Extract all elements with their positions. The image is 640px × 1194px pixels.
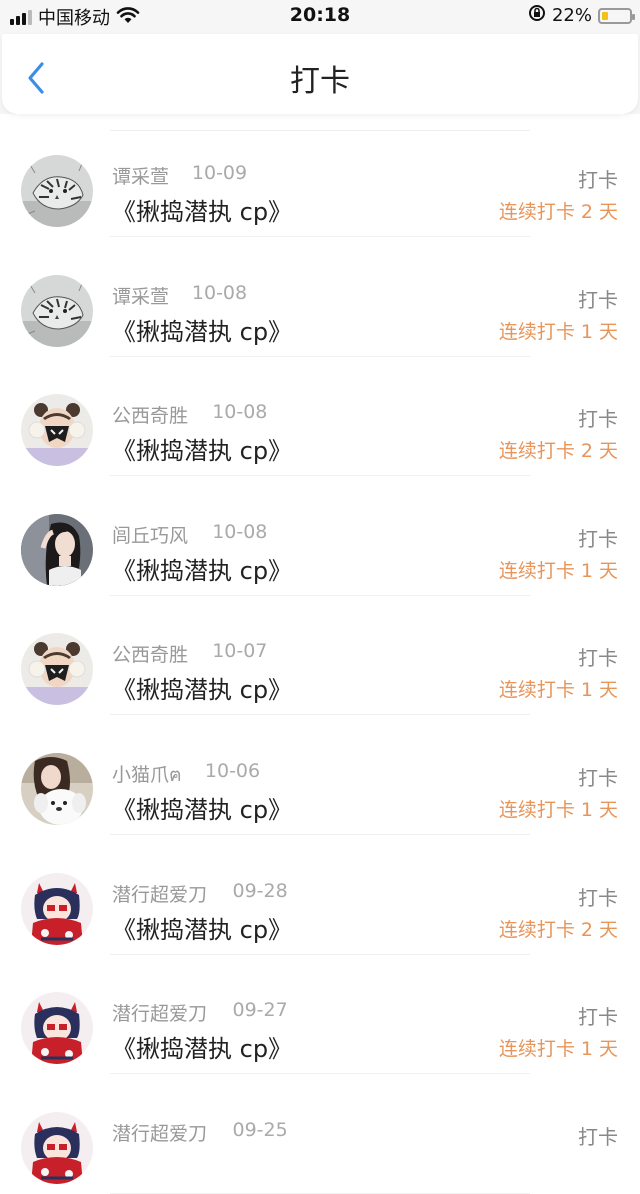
streak-badge: 连续打卡 1 天 (498, 679, 618, 702)
user-name[interactable]: 公西奇胜 (112, 401, 188, 428)
checkin-date: 10-06 (204, 760, 261, 782)
streak-badge: 连续打卡 1 天 (498, 799, 618, 821)
avatar[interactable] (21, 155, 93, 227)
avatar[interactable] (21, 513, 93, 586)
book-title[interactable]: 《揪捣潜执 cp》 (112, 910, 292, 945)
list-item[interactable]: 小猫爪ฅ 10-06 《揪捣潜执 cp》 打卡连续打卡 1 天 (0, 712, 640, 835)
streak-badge: 连续打卡 2 天 (498, 918, 618, 941)
status-bar: 中国移动 20:18 22% (0, 0, 640, 34)
checkin-date: 09-28 (232, 879, 288, 902)
user-name[interactable]: 闾丘巧风 (112, 521, 188, 548)
streak-badge: 连续打卡 1 天 (498, 1038, 618, 1061)
list-item[interactable]: 公西奇胜 10-08 《揪捣潜执 cp》 打卡连续打卡 2 天 (0, 353, 640, 477)
page-title: 打卡 (290, 64, 350, 99)
rotation-lock-icon (528, 4, 546, 27)
list-item[interactable]: 潜行超爱刀 09-27 《揪捣潜执 cp》 打卡连续打卡 1 天 (0, 951, 640, 1075)
checkin-label: 打卡 (578, 526, 618, 551)
checkin-date: 10-08 (212, 401, 268, 424)
book-title[interactable]: 《揪捣潜执 cp》 (112, 670, 292, 705)
avatar[interactable] (21, 394, 93, 467)
avatar[interactable] (21, 753, 93, 825)
streak-badge: 连续打卡 2 天 (498, 201, 618, 223)
list-item[interactable]: 闾丘巧风 10-08 《揪捣潜执 cp》 打卡连续打卡 1 天 (0, 473, 640, 596)
checkin-date: 10-08 (212, 520, 268, 543)
book-title[interactable]: 《揪捣潜执 cp》 (112, 551, 292, 586)
checkin-date: 10-07 (212, 640, 268, 663)
battery-percent: 22% (551, 5, 592, 26)
avatar[interactable] (21, 872, 93, 945)
streak-badge: 连续打卡 2 天 (498, 440, 618, 463)
book-title[interactable]: 《揪捣潜执 cp》 (112, 1029, 292, 1064)
checkin-date: 10-08 (191, 281, 248, 304)
list-item[interactable]: 潜行超爱刀 09-25 打卡 (0, 1071, 640, 1194)
checkin-label: 打卡 (578, 646, 618, 671)
checkin-label: 打卡 (578, 1005, 618, 1030)
battery-level (602, 11, 608, 20)
checkin-label: 打卡 (578, 1124, 618, 1149)
user-name[interactable]: 潜行超爱刀 (112, 880, 207, 907)
streak-badge: 连续打卡 1 天 (498, 320, 618, 343)
user-name[interactable]: 潜行超爱刀 (112, 999, 207, 1026)
nav-bar: 打卡 (0, 34, 640, 114)
user-name[interactable]: 谭采萱 (112, 282, 169, 309)
checkin-label: 打卡 (578, 407, 618, 432)
status-right: 22% (528, 4, 635, 27)
book-title[interactable]: 《揪捣潜执 cp》 (112, 790, 292, 825)
avatar[interactable] (21, 1111, 93, 1184)
checkin-date: 09-27 (232, 999, 288, 1022)
book-title[interactable]: 《揪捣潜执 cp》 (112, 192, 292, 227)
checkin-label: 打卡 (578, 168, 618, 192)
checkin-label: 打卡 (578, 885, 618, 910)
list-item[interactable]: 谭采萱 10-09 《揪捣潜执 cp》 打卡连续打卡 2 天 (0, 114, 640, 237)
user-name[interactable]: 小猫爪ฅ (112, 760, 182, 790)
avatar[interactable] (21, 274, 93, 347)
list-item[interactable]: 谭采萱 10-08 《揪捣潜执 cp》 打卡连续打卡 1 天 (0, 234, 640, 357)
book-title[interactable]: 《揪捣潜执 cp》 (112, 431, 292, 466)
checkin-label: 打卡 (578, 287, 618, 312)
nav-card: 打卡 (2, 34, 638, 114)
checkin-date: 10-09 (191, 162, 248, 184)
avatar[interactable] (21, 633, 93, 706)
checkin-date: 09-25 (232, 1118, 288, 1141)
avatar[interactable] (21, 992, 93, 1065)
book-title[interactable]: 《揪捣潜执 cp》 (112, 312, 292, 347)
checkin-label: 打卡 (578, 766, 618, 790)
list-item[interactable]: 公西奇胜 10-07 《揪捣潜执 cp》 打卡连续打卡 1 天 (0, 592, 640, 716)
user-name[interactable]: 公西奇胜 (112, 640, 188, 667)
user-name[interactable]: 谭采萱 (112, 162, 169, 189)
battery-icon (598, 7, 635, 24)
list-item[interactable]: 潜行超爱刀 09-28 《揪捣潜执 cp》 打卡连续打卡 2 天 (0, 832, 640, 955)
user-name[interactable]: 潜行超爱刀 (112, 1119, 207, 1146)
streak-badge: 连续打卡 1 天 (498, 559, 618, 582)
